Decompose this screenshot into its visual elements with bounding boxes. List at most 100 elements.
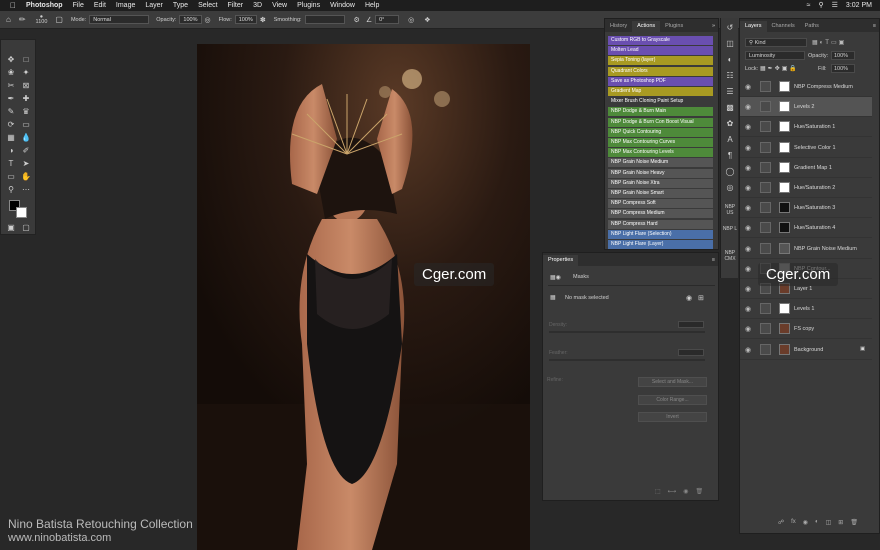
glyphs-icon[interactable]: ◎ (724, 182, 736, 194)
layer-mask-thumbnail[interactable] (779, 303, 790, 315)
action-item[interactable]: NBP Dodge & Burn Main (608, 107, 713, 117)
action-item[interactable]: NBP Dodge & Burn Con Boost Visual (608, 117, 713, 127)
select-and-mask-button[interactable]: Select and Mask... (638, 377, 707, 387)
swatches-icon[interactable]: ▩ (724, 102, 736, 114)
delete-layer-icon[interactable]: 🗑 (850, 519, 858, 526)
clone-stamp-icon[interactable]: ♛ (20, 106, 32, 118)
action-item[interactable]: NBP Light Flare (Layer) (608, 240, 713, 249)
layer-mask-thumbnail[interactable] (779, 161, 790, 173)
visibility-eye-icon[interactable]: ◉ (745, 144, 751, 152)
zoom-tool-icon[interactable]: ⚲ (5, 184, 17, 196)
action-item[interactable]: NBP Grain Noise Smart (608, 189, 713, 198)
character-icon[interactable]: A (724, 134, 736, 146)
pressure-size-icon[interactable]: ◎ (408, 16, 414, 24)
crop-tool-icon[interactable]: ✂ (5, 80, 17, 92)
action-item[interactable]: Quadrant Colors (608, 66, 713, 76)
action-item[interactable]: NBP Compress Soft (608, 199, 713, 209)
brush-tool-icon[interactable]: ✏ (19, 15, 26, 24)
clock[interactable]: 3:02 PM (846, 2, 872, 9)
action-item[interactable]: Custom RGB to Grayscale (608, 36, 713, 45)
menu-file[interactable]: File (73, 2, 84, 9)
visibility-eye-icon[interactable]: ◉ (745, 245, 751, 253)
new-layer-icon[interactable]: ⊞ (838, 519, 843, 526)
layer-row[interactable]: ◉ NBP Grain Noise Medium (740, 239, 872, 259)
pen-tool-icon[interactable]: ✐ (20, 145, 32, 157)
load-selection-icon[interactable]: ⬚ (655, 488, 661, 495)
frame-tool-icon[interactable]: ⊠ (20, 80, 32, 92)
visibility-eye-icon[interactable]: ◉ (745, 204, 751, 212)
density-field[interactable] (678, 321, 704, 328)
layer-row[interactable]: ◉ Hue/Saturation 2 (740, 178, 872, 198)
visibility-eye-icon[interactable]: ◉ (745, 285, 751, 293)
menu-help[interactable]: Help (365, 2, 379, 9)
action-item[interactable]: NBP Grain Noise Heavy (608, 168, 713, 178)
healing-brush-icon[interactable]: ✚ (20, 93, 32, 105)
flow-field[interactable]: 100% (234, 15, 257, 24)
background-color-swatch[interactable] (16, 207, 27, 218)
visibility-eye-icon[interactable]: ◉ (745, 305, 751, 313)
menu-3d[interactable]: 3D (253, 2, 262, 9)
action-item[interactable]: NBP Quick Contouring (608, 127, 713, 137)
apple-icon[interactable]:  (10, 1, 16, 10)
menu-filter[interactable]: Filter (228, 2, 244, 9)
layer-row[interactable]: ◉ Hue/Saturation 1 (740, 117, 872, 138)
menu-view[interactable]: View (272, 2, 287, 9)
layer-opacity-field[interactable]: 100% (831, 51, 855, 60)
menu-plugins[interactable]: Plugins (297, 2, 320, 9)
feather-slider[interactable] (549, 359, 705, 361)
dodge-tool-icon[interactable]: ◑ (5, 145, 17, 157)
visibility-eye-icon[interactable]: ◉ (745, 83, 751, 91)
tab-actions[interactable]: Actions (632, 21, 661, 32)
lock-icons[interactable]: ▦✒✥▣🔒 (760, 65, 799, 72)
add-pixel-mask-icon[interactable]: ◉ (686, 294, 692, 302)
visibility-eye-icon[interactable]: ◉ (745, 224, 751, 232)
action-item[interactable]: Molten Lead (608, 46, 713, 56)
paragraph-icon[interactable]: ¶ (724, 150, 736, 162)
control-center-icon[interactable]: ☰ (832, 1, 838, 9)
smoothing-field[interactable] (304, 15, 345, 24)
action-item[interactable]: NBP Compress Medium (608, 209, 713, 219)
path-select-icon[interactable]: ➤ (20, 158, 32, 170)
menu-window[interactable]: Window (330, 2, 355, 9)
action-item[interactable]: Save as Photoshop PDF (608, 76, 713, 86)
layer-mask-thumbnail[interactable] (779, 121, 790, 133)
layer-row[interactable]: ◉ Selective Color 1 (740, 138, 872, 158)
visibility-eye-icon[interactable]: ◉ (745, 346, 751, 354)
layer-mask-thumbnail[interactable] (779, 222, 790, 234)
tools-3d-icon[interactable]: ◯ (724, 166, 736, 178)
history-panel-icon[interactable]: ↺ (724, 22, 736, 34)
layers-panel-icon[interactable]: ◫ (724, 38, 736, 50)
visibility-eye-icon[interactable]: ◉ (745, 103, 751, 111)
visibility-eye-icon[interactable]: ◉ (745, 184, 751, 192)
feather-field[interactable] (678, 349, 704, 356)
layer-row[interactable]: ◉ Gradient Map 1 (740, 158, 872, 178)
action-item[interactable]: Sepia Toning (layer) (608, 56, 713, 66)
layer-mask-thumbnail[interactable] (779, 101, 790, 113)
properties-title[interactable]: Properties (543, 255, 579, 266)
filter-kind-select[interactable]: ⚲ Kind (745, 38, 807, 47)
lasso-tool-icon[interactable]: ❀ (5, 67, 17, 79)
visibility-eye-icon[interactable]: ◉ (745, 123, 751, 131)
eraser-icon[interactable]: ▭ (20, 119, 32, 131)
nbp-l-panel[interactable]: NBP L (722, 226, 738, 232)
layer-mask-thumbnail[interactable] (779, 323, 790, 335)
add-mask-icon[interactable]: ◉ (803, 519, 808, 526)
tab-channels[interactable]: Channels (767, 21, 800, 32)
properties-icon[interactable]: ☰ (724, 86, 736, 98)
action-item[interactable]: NBP Compress Hard (608, 219, 713, 229)
wifi-icon[interactable]: ≈ (807, 2, 811, 9)
apply-mask-icon[interactable]: ⟷ (668, 488, 677, 495)
lock-icon[interactable]: ▣ (860, 346, 865, 352)
delete-mask-icon[interactable]: 🗑 (696, 488, 704, 495)
menu-app-name[interactable]: Photoshop (26, 2, 63, 9)
menu-image[interactable]: Image (116, 2, 135, 9)
layer-row[interactable]: ◉ Hue/Saturation 3 (740, 198, 872, 219)
menu-type[interactable]: Type (173, 2, 188, 9)
move-tool-icon[interactable]: ✥ (5, 54, 17, 66)
adjustments-icon[interactable]: ◐ (724, 54, 736, 66)
layer-row[interactable]: ◉ NBP Compress Medium (740, 77, 872, 97)
search-icon[interactable]: ⚲ (819, 1, 824, 9)
action-item[interactable]: Mixer Brush Cloning Paint Setup (608, 97, 713, 107)
invert-button[interactable]: Invert (638, 412, 707, 422)
layer-mask-thumbnail[interactable] (779, 242, 790, 254)
